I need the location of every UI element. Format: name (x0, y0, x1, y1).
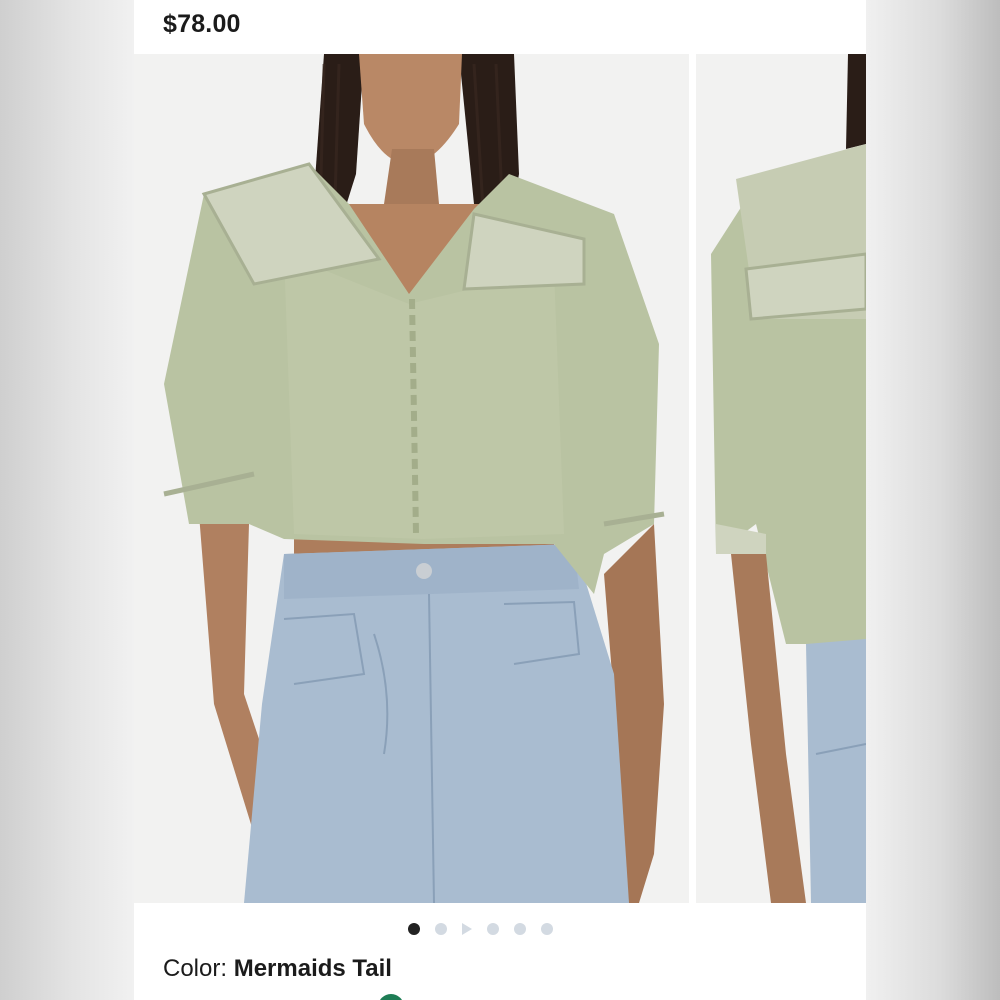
product-price: $78.00 (163, 10, 241, 38)
image-carousel[interactable] (134, 54, 866, 903)
carousel-dot-5[interactable] (513, 923, 526, 935)
product-page: $78.00 Color: Mermaids Tail (134, 0, 866, 1000)
carousel-dot-1[interactable] (407, 923, 420, 935)
model-side-illustration (696, 54, 866, 903)
color-value: Mermaids Tail (233, 955, 392, 982)
carousel-dot-4[interactable] (486, 923, 499, 935)
color-label: Color: (163, 955, 228, 982)
carousel-dot-6[interactable] (540, 923, 553, 935)
color-selection-label: Color: Mermaids Tail (163, 955, 392, 983)
play-icon[interactable] (461, 923, 472, 935)
product-image-front[interactable] (134, 54, 689, 903)
left-blur-backdrop (0, 0, 134, 1000)
carousel-pagination (134, 921, 866, 937)
product-image-side[interactable] (696, 54, 866, 903)
right-blur-backdrop (866, 0, 1000, 1000)
model-front-illustration (134, 54, 689, 903)
carousel-dot-2[interactable] (434, 923, 447, 935)
color-swatch[interactable] (378, 994, 404, 1000)
